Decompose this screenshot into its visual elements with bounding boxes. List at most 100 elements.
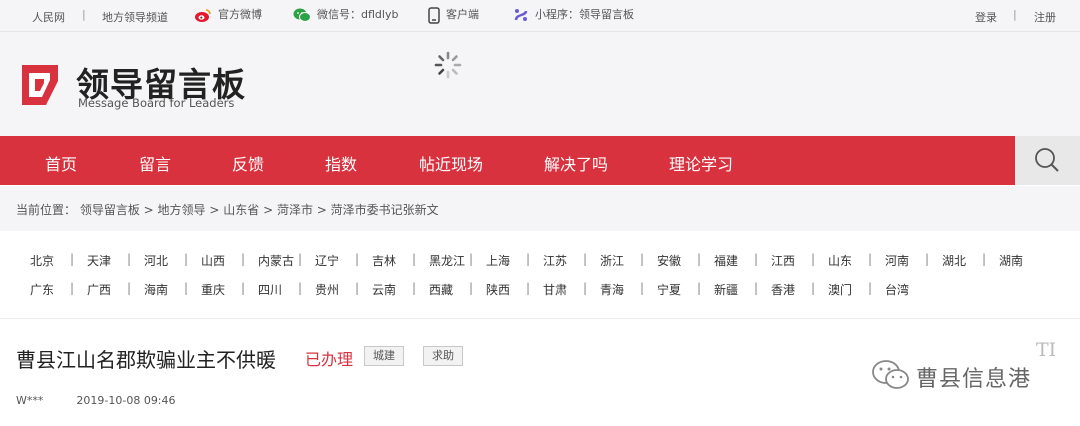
province-item[interactable]: 山东 — [828, 252, 852, 269]
province-item[interactable]: 四川 — [258, 281, 282, 298]
separator: | — [1013, 8, 1017, 21]
wechat-icon — [293, 8, 311, 22]
breadcrumb-item[interactable]: 领导留言板 — [80, 203, 140, 217]
header: 领导留言板 Message Board for Leaders — [0, 32, 1080, 136]
province-separator: | — [868, 281, 873, 295]
province-separator: | — [412, 281, 417, 295]
province-item[interactable]: 辽宁 — [315, 252, 339, 269]
province-item[interactable]: 云南 — [372, 281, 396, 298]
province-item[interactable]: 广西 — [87, 281, 111, 298]
mini-program-link[interactable]: 小程序：领导留言板 — [513, 6, 634, 23]
separator: | — [82, 8, 86, 21]
province-item[interactable]: 江西 — [771, 252, 795, 269]
logo-subtitle: Message Board for Leaders — [78, 96, 235, 110]
nav-item-theory[interactable]: 理论学习 — [669, 151, 733, 175]
province-item[interactable]: 台湾 — [885, 281, 909, 298]
province-item[interactable]: 内蒙古 — [258, 252, 294, 269]
login-link[interactable]: 登录 — [975, 9, 997, 25]
province-separator: | — [127, 252, 132, 266]
province-item[interactable]: 河北 — [144, 252, 168, 269]
nav-item-message[interactable]: 留言 — [139, 151, 171, 175]
tag-chip[interactable]: 求助 — [423, 346, 463, 366]
people-daily-link[interactable]: 人民网 — [32, 9, 65, 25]
province-separator: | — [583, 281, 588, 295]
province-item[interactable]: 澳门 — [828, 281, 852, 298]
province-item[interactable]: 浙江 — [600, 252, 624, 269]
nav-item-solved[interactable]: 解决了吗 — [544, 151, 608, 175]
client-label: 客户端 — [446, 8, 479, 21]
search-button[interactable] — [1015, 136, 1080, 185]
province-separator: | — [70, 281, 75, 295]
mini-program-label: 小程序：领导留言板 — [535, 8, 634, 21]
wechat-watermark-icon — [872, 360, 909, 389]
province-item[interactable]: 北京 — [30, 252, 54, 269]
province-separator: | — [184, 252, 189, 266]
province-item[interactable]: 重庆 — [201, 281, 225, 298]
province-item[interactable]: 湖北 — [942, 252, 966, 269]
province-separator: | — [241, 252, 246, 266]
province-separator: | — [469, 252, 474, 266]
province-separator: | — [754, 281, 759, 295]
province-item[interactable]: 甘肃 — [543, 281, 567, 298]
province-item[interactable]: 海南 — [144, 281, 168, 298]
province-separator: | — [241, 281, 246, 295]
nav-item-onsite[interactable]: 帖近现场 — [419, 151, 483, 175]
province-separator: | — [469, 281, 474, 295]
tag-chip[interactable]: 城建 — [364, 346, 404, 366]
province-separator: | — [526, 281, 531, 295]
nav-item-feedback[interactable]: 反馈 — [232, 151, 264, 175]
message-title: 曹县江山名郡欺骗业主不供暖 — [16, 348, 276, 372]
wechat-link[interactable]: 微信号：dfldlyb — [293, 6, 398, 23]
province-item[interactable]: 宁夏 — [657, 281, 681, 298]
province-separator: | — [70, 252, 75, 266]
message-detail: 曹县江山名郡欺骗业主不供暖 已办理 城建 求助 W*** 2019-10-08 … — [0, 319, 1080, 426]
province-item[interactable]: 陕西 — [486, 281, 510, 298]
province-item[interactable]: 贵州 — [315, 281, 339, 298]
nav-item-home[interactable]: 首页 — [45, 151, 77, 175]
client-link[interactable]: 客户端 — [428, 6, 479, 24]
province-separator: | — [412, 252, 417, 266]
province-item[interactable]: 湖南 — [999, 252, 1023, 269]
province-separator: | — [925, 252, 930, 266]
breadcrumb-prefix: 当前位置： — [16, 203, 77, 217]
breadcrumb: 当前位置： 领导留言板 > 地方领导 > 山东省 > 菏泽市 > 菏泽市委书记张… — [0, 186, 1080, 231]
phone-icon — [428, 6, 440, 24]
province-separator: | — [298, 252, 303, 266]
logo-icon[interactable] — [16, 61, 64, 109]
province-item[interactable]: 福建 — [714, 252, 738, 269]
province-item[interactable]: 山西 — [201, 252, 225, 269]
breadcrumb-arrow: > — [312, 203, 331, 217]
wechat-label: 微信号：dfldlyb — [317, 8, 399, 21]
province-item[interactable]: 广东 — [30, 281, 54, 298]
province-item[interactable]: 吉林 — [372, 252, 396, 269]
province-separator: | — [697, 252, 702, 266]
breadcrumb-item[interactable]: 地方领导 — [158, 203, 206, 217]
province-item[interactable]: 西藏 — [429, 281, 453, 298]
province-separator: | — [811, 252, 816, 266]
province-item[interactable]: 青海 — [600, 281, 624, 298]
breadcrumb-item[interactable]: 菏泽市 — [277, 203, 313, 217]
weibo-link[interactable]: 官方微博 — [194, 6, 262, 23]
post-datetime: 2019-10-08 09:46 — [76, 394, 176, 407]
nav-item-index[interactable]: 指数 — [325, 151, 357, 175]
province-item[interactable]: 江苏 — [543, 252, 567, 269]
breadcrumb-item[interactable]: 山东省 — [223, 203, 259, 217]
local-leaders-link[interactable]: 地方领导频道 — [102, 9, 168, 25]
province-item[interactable]: 安徽 — [657, 252, 681, 269]
breadcrumb-item-current[interactable]: 菏泽市委书记张新文 — [331, 203, 439, 217]
province-separator: | — [127, 281, 132, 295]
province-item[interactable]: 新疆 — [714, 281, 738, 298]
province-separator: | — [640, 281, 645, 295]
register-link[interactable]: 注册 — [1034, 9, 1056, 25]
watermark: 曹县信息港 — [870, 357, 1070, 397]
province-item[interactable]: 河南 — [885, 252, 909, 269]
message-meta: W*** 2019-10-08 09:46 — [16, 394, 176, 407]
province-item[interactable]: 天津 — [87, 252, 111, 269]
province-separator: | — [298, 281, 303, 295]
province-item[interactable]: 黑龙江 — [429, 252, 465, 269]
breadcrumb-arrow: > — [259, 203, 277, 217]
province-item[interactable]: 香港 — [771, 281, 795, 298]
province-separator: | — [697, 281, 702, 295]
main-nav: 首页 留言 反馈 指数 帖近现场 解决了吗 理论学习 — [0, 136, 1080, 185]
province-item[interactable]: 上海 — [486, 252, 510, 269]
